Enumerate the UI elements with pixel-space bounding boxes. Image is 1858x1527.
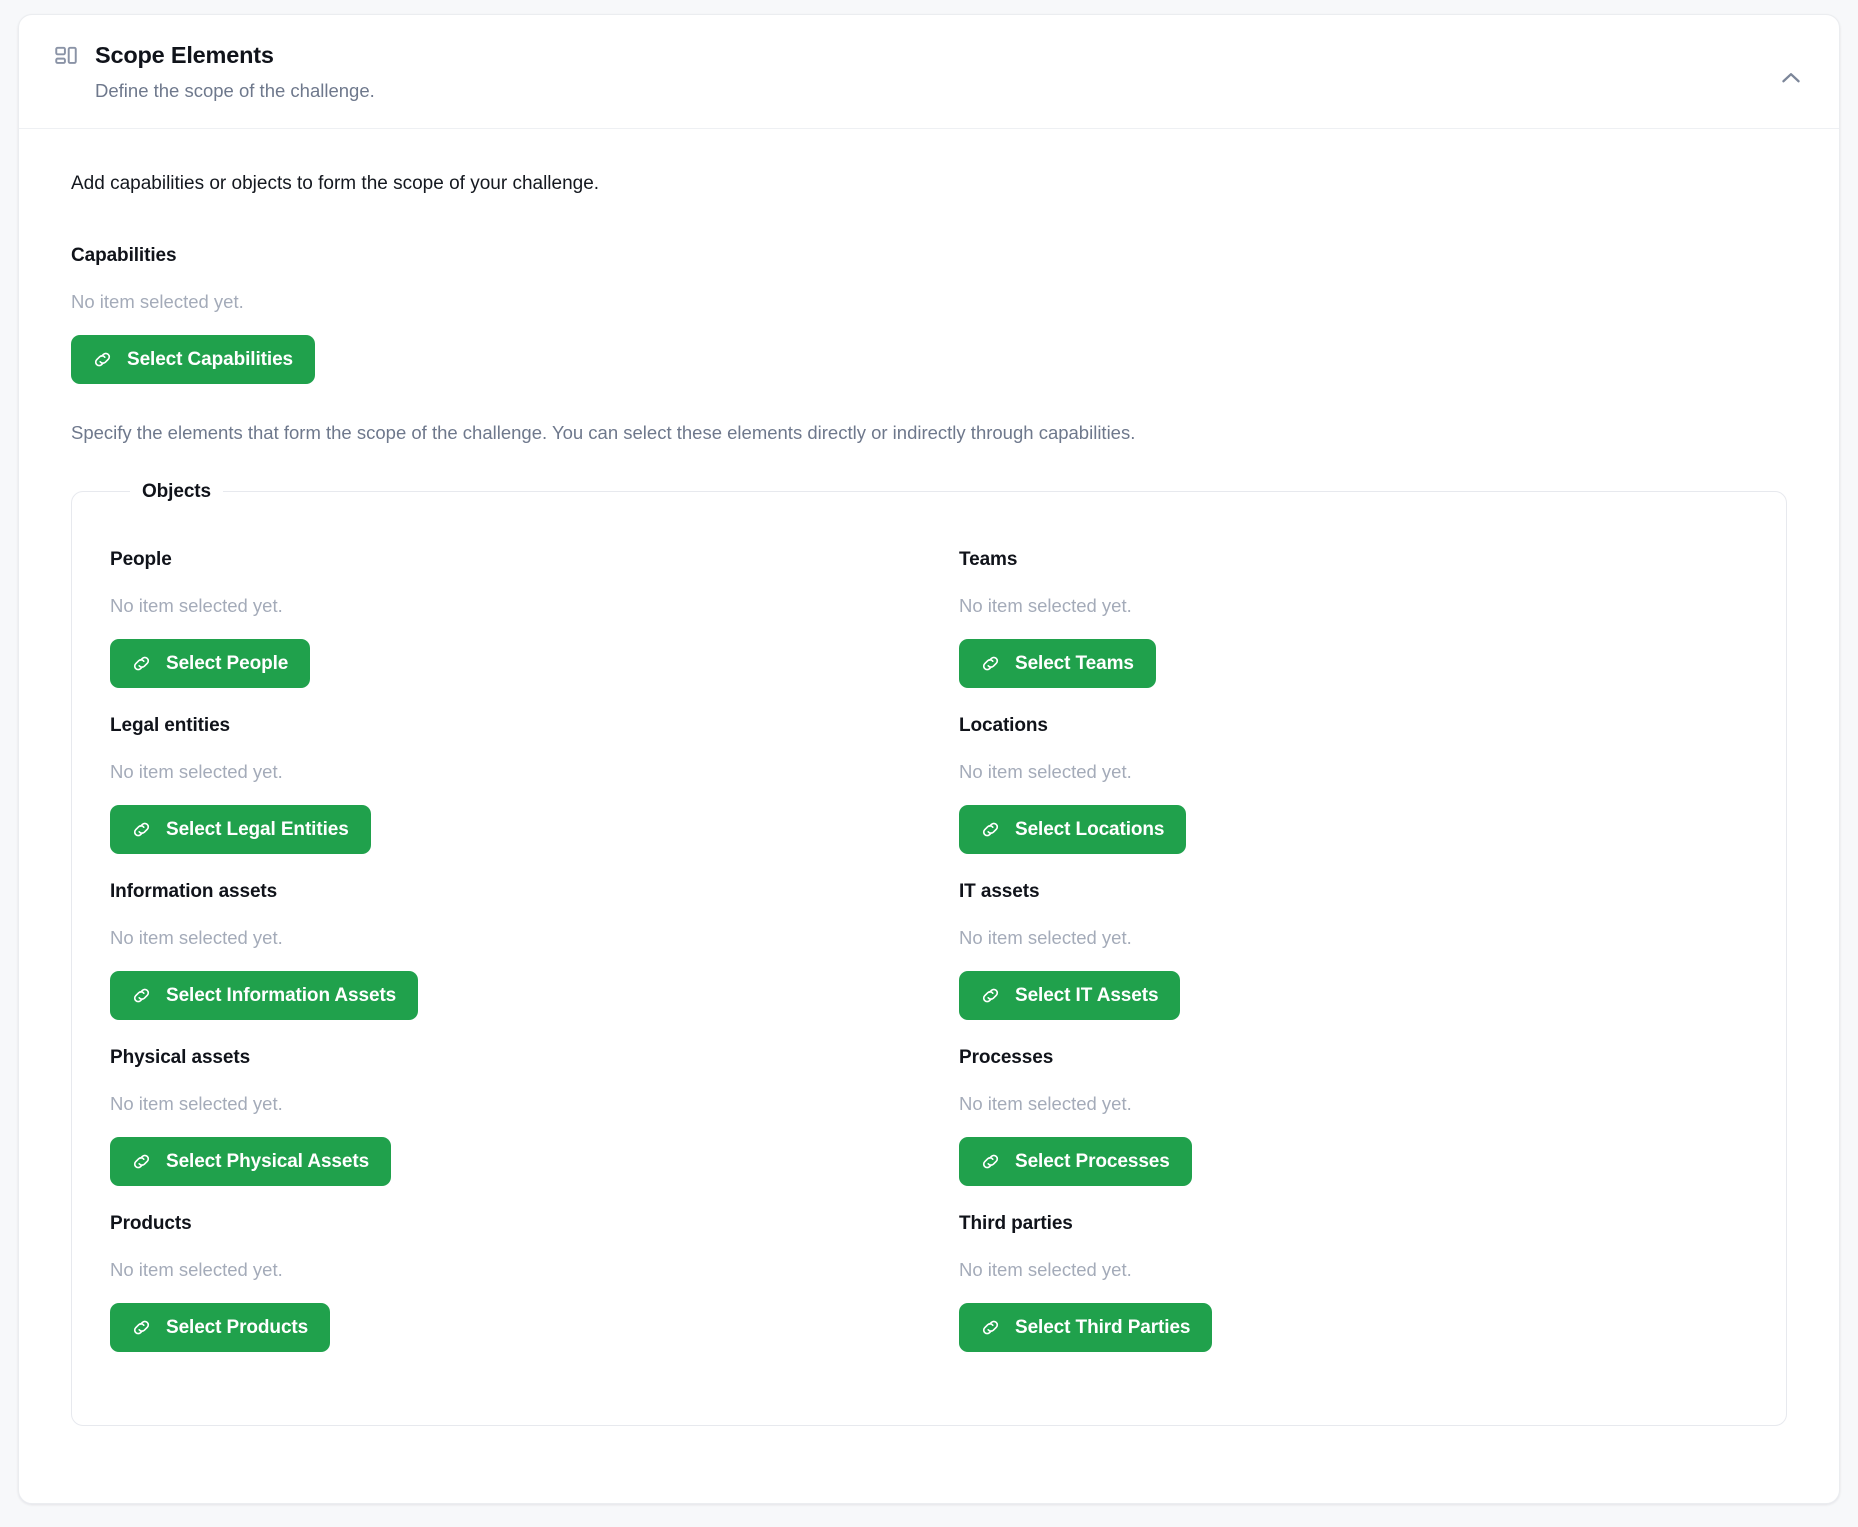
- select-teams-button[interactable]: Select Teams: [959, 638, 1156, 688]
- select-locations-button[interactable]: Select Locations: [959, 804, 1187, 854]
- select-processes-button[interactable]: Select Processes: [959, 1137, 1192, 1187]
- object-empty-processes: No item selected yet.: [959, 1093, 1132, 1115]
- select-capabilities-button[interactable]: Select Capabilities: [71, 334, 316, 384]
- object-cell-people: People No item selected yet. Select Peop…: [110, 549, 899, 715]
- object-empty-information-assets: No item selected yet.: [110, 926, 283, 948]
- objects-grid: People No item selected yet. Select Peop…: [110, 533, 1748, 1379]
- link-icon: [91, 348, 114, 371]
- capabilities-label: Capabilities: [71, 244, 177, 266]
- object-cell-processes: Processes No item selected yet. Select P…: [959, 1047, 1748, 1213]
- link-icon: [130, 652, 153, 675]
- object-cell-it-assets: IT assets No item selected yet. Select I…: [959, 881, 1748, 1047]
- object-cell-third-parties: Third parties No item selected yet. Sele…: [959, 1213, 1748, 1379]
- object-label-third-parties: Third parties: [959, 1213, 1073, 1235]
- objects-legend: Objects: [142, 480, 211, 502]
- objects-description: Specify the elements that form the scope…: [71, 421, 1136, 443]
- object-label-locations: Locations: [959, 714, 1048, 736]
- select-third-parties-label: Select Third Parties: [1015, 1316, 1191, 1338]
- object-label-legal-entities: Legal entities: [110, 714, 231, 736]
- object-cell-information-assets: Information assets No item selected yet.…: [110, 881, 899, 1047]
- object-label-people: People: [110, 548, 172, 570]
- link-icon: [130, 1150, 153, 1173]
- link-icon: [979, 984, 1002, 1007]
- object-cell-physical-assets: Physical assets No item selected yet. Se…: [110, 1047, 899, 1213]
- select-legal-entities-button[interactable]: Select Legal Entities: [110, 804, 371, 854]
- header-text-group: Scope Elements Define the scope of the c…: [95, 41, 1805, 104]
- card-header: Scope Elements Define the scope of the c…: [19, 15, 1839, 130]
- object-label-it-assets: IT assets: [959, 880, 1040, 902]
- chevron-up-icon: [1778, 65, 1804, 91]
- select-people-button[interactable]: Select People: [110, 638, 311, 688]
- select-processes-label: Select Processes: [1015, 1150, 1170, 1172]
- select-information-assets-label: Select Information Assets: [166, 984, 397, 1006]
- select-information-assets-button[interactable]: Select Information Assets: [110, 971, 419, 1021]
- select-legal-entities-label: Select Legal Entities: [166, 818, 349, 840]
- object-label-processes: Processes: [959, 1047, 1054, 1069]
- scope-elements-card: Scope Elements Define the scope of the c…: [18, 14, 1840, 1504]
- select-capabilities-label: Select Capabilities: [127, 348, 294, 370]
- object-empty-physical-assets: No item selected yet.: [110, 1093, 283, 1115]
- object-label-products: Products: [110, 1213, 192, 1235]
- link-icon: [979, 652, 1002, 675]
- select-physical-assets-button[interactable]: Select Physical Assets: [110, 1137, 392, 1187]
- select-locations-label: Select Locations: [1015, 818, 1165, 840]
- link-icon: [979, 1316, 1002, 1339]
- collapse-section-button[interactable]: [1771, 61, 1811, 95]
- object-empty-legal-entities: No item selected yet.: [110, 760, 283, 782]
- select-it-assets-label: Select IT Assets: [1015, 984, 1159, 1006]
- select-teams-label: Select Teams: [1015, 652, 1134, 674]
- object-cell-products: Products No item selected yet. Select Pr…: [110, 1213, 899, 1379]
- object-cell-teams: Teams No item selected yet. Select Teams: [959, 549, 1748, 715]
- link-icon: [979, 1150, 1002, 1173]
- link-icon: [130, 1316, 153, 1339]
- object-empty-products: No item selected yet.: [110, 1259, 283, 1281]
- object-empty-teams: No item selected yet.: [959, 594, 1132, 616]
- select-physical-assets-label: Select Physical Assets: [166, 1150, 370, 1172]
- link-icon: [130, 818, 153, 841]
- link-icon: [979, 818, 1002, 841]
- object-label-information-assets: Information assets: [110, 880, 278, 902]
- select-people-label: Select People: [166, 652, 289, 674]
- object-cell-locations: Locations No item selected yet. Select L…: [959, 715, 1748, 881]
- select-products-button[interactable]: Select Products: [110, 1303, 331, 1353]
- capabilities-empty-state: No item selected yet.: [71, 290, 244, 312]
- object-empty-third-parties: No item selected yet.: [959, 1259, 1132, 1281]
- card-body: Add capabilities or objects to form the …: [19, 129, 1839, 1472]
- layout-dashboard-icon: [53, 44, 79, 70]
- page-title: Scope Elements: [95, 42, 274, 68]
- object-empty-locations: No item selected yet.: [959, 760, 1132, 782]
- object-empty-it-assets: No item selected yet.: [959, 926, 1132, 948]
- object-empty-people: No item selected yet.: [110, 594, 283, 616]
- page-background: Scope Elements Define the scope of the c…: [0, 0, 1858, 1527]
- select-it-assets-button[interactable]: Select IT Assets: [959, 971, 1181, 1021]
- intro-text: Add capabilities or objects to form the …: [71, 173, 600, 195]
- link-icon: [130, 984, 153, 1007]
- objects-fieldset: Objects People No item selected yet. Sel…: [71, 480, 1787, 1427]
- select-products-label: Select Products: [166, 1316, 309, 1338]
- object-label-teams: Teams: [959, 548, 1018, 570]
- page-subtitle: Define the scope of the challenge.: [95, 80, 375, 102]
- object-label-physical-assets: Physical assets: [110, 1047, 251, 1069]
- object-cell-legal-entities: Legal entities No item selected yet. Sel…: [110, 715, 899, 881]
- select-third-parties-button[interactable]: Select Third Parties: [959, 1303, 1213, 1353]
